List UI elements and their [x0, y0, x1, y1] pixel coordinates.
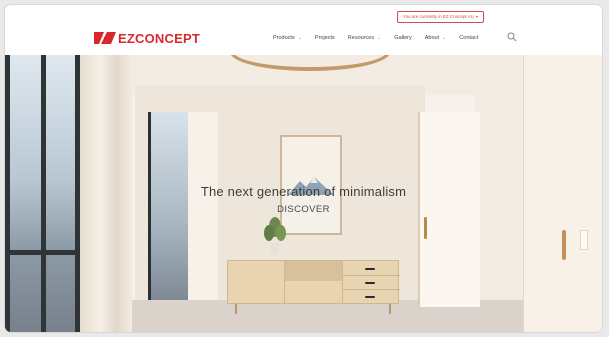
- drawer-pull: [365, 282, 375, 284]
- browser-viewport: You are currently in EZ Concept AU ▾ EZCO…: [5, 5, 602, 332]
- sideboard-leg: [389, 304, 391, 314]
- door-plate: [580, 230, 588, 250]
- sideboard-niche: [285, 261, 342, 281]
- window-sill: [5, 250, 80, 255]
- nav-item-gallery[interactable]: Gallery: [394, 35, 411, 41]
- hero-title: The next generation of minimalism: [200, 184, 407, 199]
- nav-item-label: Projects: [314, 35, 335, 41]
- region-selector[interactable]: You are currently in EZ Concept AU ▾: [397, 11, 484, 23]
- sideboard-drawer-line: [342, 289, 400, 290]
- nav-item-label: Resources: [347, 35, 375, 41]
- logo-text: EZCONCEPT: [118, 30, 200, 46]
- drawer-pull: [365, 296, 375, 298]
- search-icon[interactable]: [507, 32, 517, 42]
- site-logo[interactable]: EZCONCEPT: [94, 30, 200, 46]
- chevron-down-icon: ▾: [475, 14, 478, 19]
- nav-item-label: About: [424, 35, 440, 41]
- sideboard-drawer-line: [342, 275, 400, 276]
- drawer-pull: [365, 268, 375, 270]
- nav-item-products[interactable]: Products ⌄: [273, 35, 302, 41]
- chevron-down-icon: ⌄: [442, 35, 447, 41]
- chevron-down-icon: ⌄: [377, 35, 382, 41]
- sideboard-divider: [342, 261, 343, 305]
- plant-icon: [264, 217, 286, 255]
- discover-link[interactable]: DISCOVER: [5, 204, 602, 215]
- nav-item-contact[interactable]: Contact: [459, 35, 478, 41]
- site-header: You are currently in EZ Concept AU ▾ EZCO…: [5, 5, 602, 55]
- hero-banner: The next generation of minimalism DISCOV…: [5, 55, 602, 332]
- region-selector-label: You are currently in EZ Concept AU: [403, 14, 474, 19]
- logo-mark-icon: [94, 32, 116, 44]
- nav-item-label: Products: [273, 35, 295, 41]
- door-handle: [562, 230, 566, 260]
- chevron-down-icon: ⌄: [297, 35, 302, 41]
- main-nav: Products ⌄ Projects Resources ⌄ Gallery Ab…: [273, 35, 491, 41]
- nav-item-about[interactable]: About ⌄: [425, 35, 447, 41]
- door-handle: [424, 217, 427, 239]
- sideboard-leg: [235, 304, 237, 314]
- nav-item-label: Contact: [459, 35, 479, 41]
- nav-item-label: Gallery: [394, 35, 412, 41]
- nav-item-resources[interactable]: Resources ⌄: [348, 35, 382, 41]
- nav-item-projects[interactable]: Projects: [315, 35, 335, 41]
- sideboard: [227, 260, 400, 305]
